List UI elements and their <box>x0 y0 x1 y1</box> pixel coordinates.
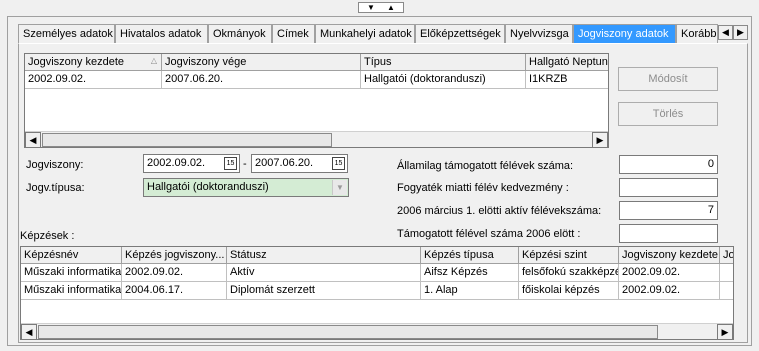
table-cell[interactable]: 2002.09.02. <box>619 264 720 282</box>
active-semesters-before-2006-field[interactable]: 7 <box>619 201 718 220</box>
calendar-icon[interactable]: 15 <box>332 157 345 170</box>
type-select[interactable]: Hallgatói (doktoranduszi) ▼ <box>143 178 349 197</box>
delete-button[interactable]: Törlés <box>618 102 718 126</box>
type-label: Jogv.típusa: <box>26 182 85 194</box>
table-cell[interactable]: 2002.09.02. <box>619 282 720 300</box>
table-cell[interactable]: Aifsz Képzés <box>421 264 519 282</box>
table-cell[interactable]: 2004.06.17. <box>122 282 227 300</box>
date-separator: - <box>243 158 247 170</box>
column-header[interactable]: Jogviszony kezdete <box>619 247 720 264</box>
column-header[interactable]: Jo <box>720 247 733 264</box>
modify-button[interactable]: Módosít <box>618 67 718 91</box>
tab-scroll-right-icon[interactable]: ▶ <box>733 25 748 40</box>
tab-munkahelyi[interactable]: Munkahelyi adatok <box>315 24 415 44</box>
table-cell[interactable]: 2002.09.02. <box>122 264 227 282</box>
horizontal-scrollbar[interactable]: ◀ ▶ <box>25 131 608 147</box>
tab-elokepzettsegek[interactable]: Előképzettségek <box>415 24 505 44</box>
table-cell[interactable]: 2007.06.20. <box>162 71 361 89</box>
table-cell[interactable] <box>720 282 733 300</box>
calendar-icon[interactable]: 15 <box>224 157 237 170</box>
start-date-field[interactable]: 2002.09.02. 15 <box>143 154 240 173</box>
column-header[interactable]: Képzési szint <box>519 247 619 264</box>
table-cell[interactable]: Aktív <box>227 264 421 282</box>
scroll-left-icon[interactable]: ◀ <box>25 132 41 147</box>
state-funded-semesters-field[interactable]: 0 <box>619 155 718 174</box>
field-label: 2006 március 1. elötti aktív félévekszám… <box>397 205 602 217</box>
tab-hivatalos[interactable]: Hivatalos adatok <box>115 24 208 44</box>
tab-cimek[interactable]: Címek <box>272 24 315 44</box>
jogviszony-label: Jogviszony: <box>26 159 84 171</box>
field-label: Fogyaték miatti félév kedvezmény : <box>397 182 569 194</box>
column-header[interactable]: Képzés jogviszony... <box>122 247 227 264</box>
chevron-down-icon[interactable]: ▼ <box>332 180 347 195</box>
field-label: Államilag támogatott félévek száma: <box>397 160 574 172</box>
column-header[interactable]: Jogviszony vége <box>162 54 361 71</box>
scroll-left-icon[interactable]: ◀ <box>21 324 37 339</box>
table-cell[interactable]: Hallgatói (doktoranduszi) <box>361 71 526 89</box>
field-label: Támogatott félével száma 2006 elött : <box>397 228 581 240</box>
table-cell[interactable]: I1KRZB <box>526 71 608 89</box>
arrow-up-icon: ▲ <box>387 3 395 12</box>
tab-korabbi[interactable]: Korábbi <box>676 24 718 44</box>
column-header[interactable]: Képzésnév <box>21 247 122 264</box>
table-cell[interactable] <box>720 264 733 282</box>
scroll-thumb[interactable] <box>38 325 658 339</box>
horizontal-scrollbar[interactable]: ◀ ▶ <box>21 323 733 339</box>
kepzesek-label: Képzések : <box>20 230 75 242</box>
jogviszony-grid[interactable]: Jogviszony kezdete △ Jogviszony vége Típ… <box>24 53 609 148</box>
table-cell[interactable]: Műszaki informatika <box>21 282 122 300</box>
table-cell[interactable]: Műszaki informatika <box>21 264 122 282</box>
table-cell[interactable]: 2002.09.02. <box>25 71 162 89</box>
disability-semester-field[interactable] <box>619 178 718 197</box>
scroll-right-icon[interactable]: ▶ <box>717 324 733 339</box>
kepzesek-grid[interactable]: Képzésnév Képzés jogviszony... Státusz K… <box>20 246 734 340</box>
sort-asc-icon: △ <box>150 56 157 65</box>
scroll-thumb[interactable] <box>42 133 332 147</box>
column-header[interactable]: Képzés típusa <box>421 247 519 264</box>
arrow-down-icon: ▼ <box>367 3 375 12</box>
tab-szemelyes[interactable]: Személyes adatok <box>18 24 115 44</box>
end-date-field[interactable]: 2007.06.20. 15 <box>251 154 348 173</box>
column-header[interactable]: Hallgató Neptun <box>526 54 608 71</box>
tab-okmanyok[interactable]: Okmányok <box>208 24 272 44</box>
scroll-right-icon[interactable]: ▶ <box>592 132 608 147</box>
tab-nyelvvizsga[interactable]: Nyelvvizsga <box>505 24 573 44</box>
table-cell[interactable]: főiskolai képzés <box>519 282 619 300</box>
funded-semesters-before-2006-field[interactable] <box>619 224 718 243</box>
table-cell[interactable]: Diplomát szerzett <box>227 282 421 300</box>
collapse-toggle[interactable]: ▼ ▲ <box>358 2 404 13</box>
table-cell[interactable]: felsőfokú szakképzés <box>519 264 619 282</box>
table-cell[interactable]: 1. Alap <box>421 282 519 300</box>
tab-scroll-left-icon[interactable]: ◀ <box>718 25 733 40</box>
column-header[interactable]: Jogviszony kezdete △ <box>25 54 162 71</box>
column-header[interactable]: Státusz <box>227 247 421 264</box>
column-header[interactable]: Típus <box>361 54 526 71</box>
tab-jogviszony[interactable]: Jogviszony adatok <box>573 24 676 43</box>
